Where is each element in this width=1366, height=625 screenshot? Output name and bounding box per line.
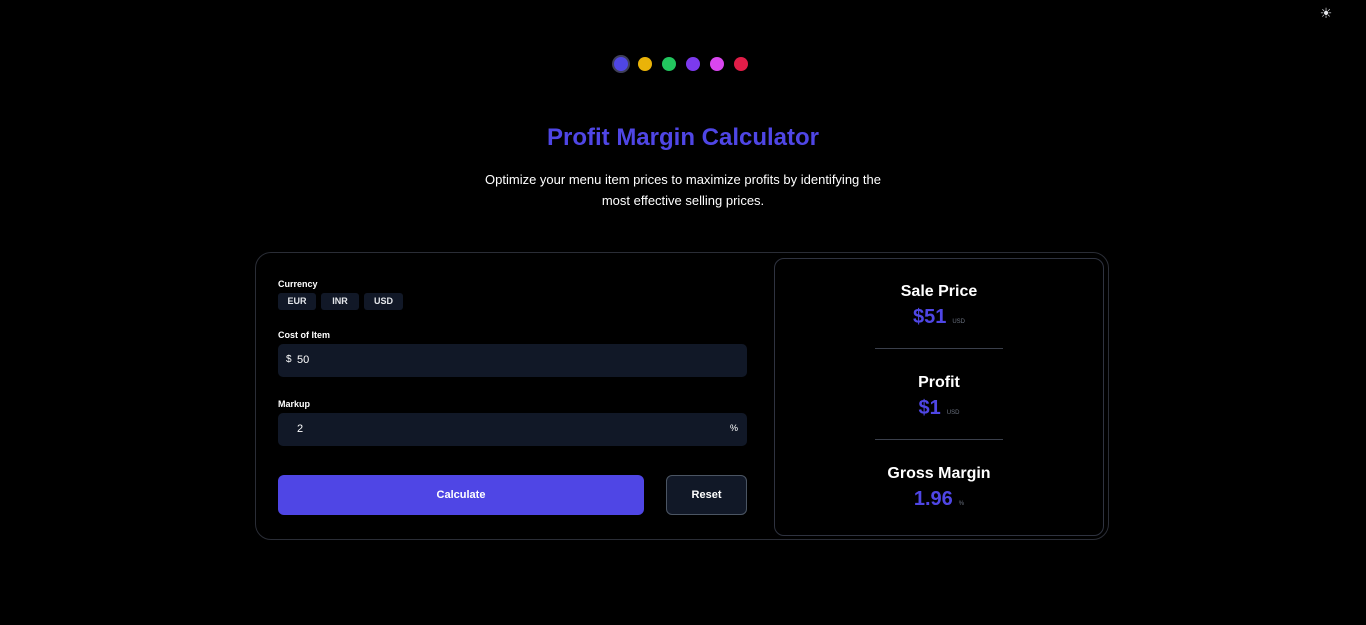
calculator-card: Currency EUR INR USD Cost of Item $ 50 M… xyxy=(255,252,1109,540)
markup-percent-suffix: % xyxy=(729,423,738,433)
profit-title: Profit xyxy=(918,374,960,391)
color-swatch-rose[interactable] xyxy=(734,57,748,71)
reset-button[interactable]: Reset xyxy=(666,475,747,515)
gross-margin-result: Gross Margin 1.96% xyxy=(775,465,1103,515)
cost-value: 50 xyxy=(297,354,310,366)
calculator-form: Currency EUR INR USD Cost of Item $ 50 M… xyxy=(278,279,748,515)
page: ☀ Profit Margin Calculator Optimize your… xyxy=(0,0,1366,625)
color-palette xyxy=(614,57,748,71)
color-swatch-violet[interactable] xyxy=(686,57,700,71)
cost-currency-prefix: $ xyxy=(286,354,292,365)
markup-input[interactable]: 2 % xyxy=(278,413,747,446)
currency-label: Currency xyxy=(278,279,318,289)
currency-usd-button[interactable]: USD xyxy=(364,293,403,310)
color-swatch-green[interactable] xyxy=(662,57,676,71)
sale-price-unit: USD xyxy=(952,319,966,325)
currency-inr-button[interactable]: INR xyxy=(321,293,359,310)
sun-icon[interactable]: ☀ xyxy=(1318,5,1334,21)
results-divider xyxy=(875,348,1003,349)
profit-unit: USD xyxy=(946,410,960,416)
currency-selector: EUR INR USD xyxy=(278,293,748,310)
page-subtitle: Optimize your menu item prices to maximi… xyxy=(485,172,881,208)
markup-label: Markup xyxy=(278,399,311,409)
profit-value: $1 xyxy=(918,397,941,419)
gross-margin-title: Gross Margin xyxy=(887,465,991,482)
sale-price-title: Sale Price xyxy=(900,283,978,300)
sale-price-result: Sale Price $51 USD xyxy=(775,283,1103,333)
sale-price-value: $51 xyxy=(912,306,947,328)
color-swatch-fuchsia[interactable] xyxy=(710,57,724,71)
profit-result: Profit $1 USD xyxy=(775,374,1103,424)
gross-margin-unit: % xyxy=(958,501,965,507)
gross-margin-value: 1.96 xyxy=(913,488,953,510)
page-title: Profit Margin Calculator xyxy=(546,124,820,151)
color-swatch-indigo[interactable] xyxy=(614,57,628,71)
cost-label: Cost of Item xyxy=(278,330,331,340)
results-divider xyxy=(875,439,1003,440)
action-buttons: Calculate Reset xyxy=(278,475,747,515)
markup-value: 2 xyxy=(297,423,304,435)
color-swatch-yellow[interactable] xyxy=(638,57,652,71)
currency-eur-button[interactable]: EUR xyxy=(278,293,316,310)
cost-input[interactable]: $ 50 xyxy=(278,344,747,377)
results-panel: Sale Price $51 USD Profit $1 USD Gross Mar… xyxy=(774,258,1104,536)
calculate-button[interactable]: Calculate xyxy=(278,475,644,515)
